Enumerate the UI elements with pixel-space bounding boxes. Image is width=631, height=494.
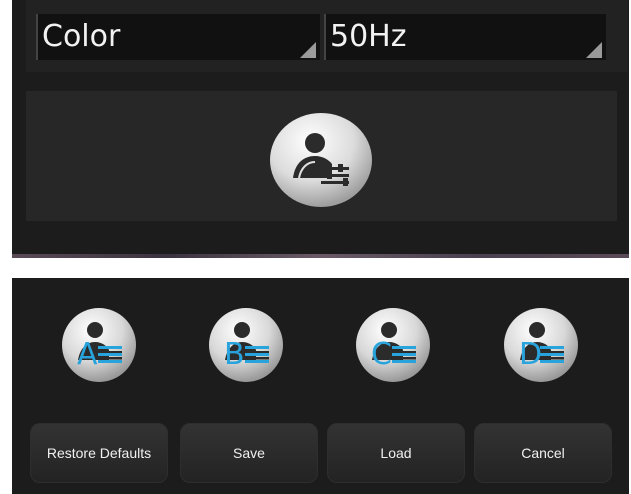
image-settings-panel: Color 50Hz	[12, 0, 629, 258]
divider-strip	[12, 254, 629, 258]
cancel-button[interactable]: Cancel	[474, 423, 612, 483]
settings-screen: Color 50Hz A B C D Restore Defaults Save…	[0, 0, 631, 494]
slot-letter: B	[224, 337, 245, 372]
slot-letter: D	[519, 337, 542, 372]
frequency-value: 50Hz	[330, 19, 407, 54]
frequency-select[interactable]: 50Hz	[324, 14, 606, 60]
color-mode-select[interactable]: Color	[36, 14, 320, 60]
color-mode-value: Color	[42, 19, 121, 54]
load-button[interactable]: Load	[327, 423, 465, 483]
profile-slot-d-button[interactable]: D	[502, 306, 580, 384]
user-profile-icon: D	[504, 308, 578, 382]
profile-slots-panel: A B C D Restore Defaults Save Load Cance…	[12, 278, 629, 494]
profile-slot-a-button[interactable]: A	[60, 306, 138, 384]
user-profile-icon: C	[356, 308, 430, 382]
user-profile-icon: B	[209, 308, 283, 382]
user-profile-icon: A	[62, 308, 136, 382]
user-profile-button[interactable]	[269, 112, 373, 208]
user-profile-settings-icon	[270, 113, 372, 207]
slot-letter: C	[371, 337, 392, 372]
dropdown-arrow-icon	[300, 42, 316, 58]
profile-slot-c-button[interactable]: C	[354, 306, 432, 384]
slot-letter: A	[77, 337, 98, 372]
profile-slot-b-button[interactable]: B	[207, 306, 285, 384]
restore-defaults-button[interactable]: Restore Defaults	[30, 423, 168, 483]
profile-area	[26, 91, 617, 221]
select-row: Color 50Hz	[26, 0, 628, 72]
save-button[interactable]: Save	[180, 423, 318, 483]
dropdown-arrow-icon	[586, 42, 602, 58]
